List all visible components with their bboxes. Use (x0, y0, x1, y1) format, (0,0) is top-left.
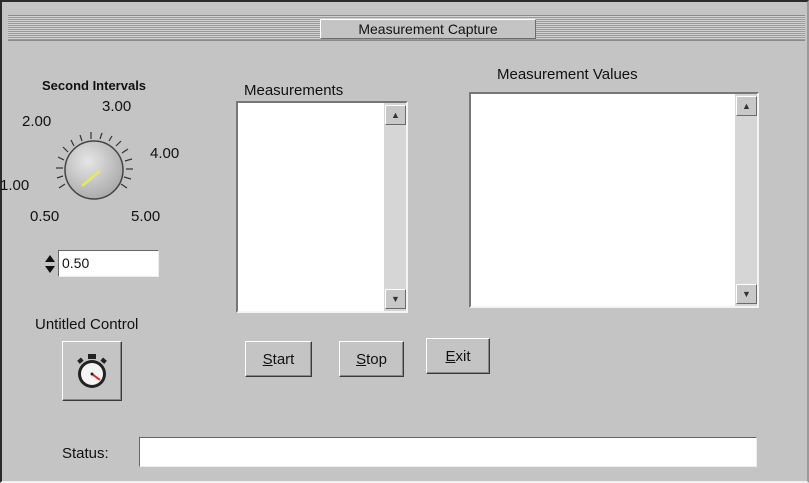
scroll-up-button[interactable]: ▲ (736, 96, 757, 116)
stepper-arrows-icon[interactable] (42, 252, 58, 276)
knob-tick-1: 1.00 (0, 177, 30, 194)
measurement-values-scrollbar[interactable]: ▲ ▼ (735, 94, 757, 306)
scroll-down-button[interactable]: ▼ (736, 284, 757, 304)
measurements-label: Measurements (244, 82, 344, 99)
untitled-control-label: Untitled Control (35, 316, 139, 333)
interval-knob[interactable] (50, 122, 160, 210)
stop-button[interactable]: Stop (339, 341, 404, 377)
scroll-up-button[interactable]: ▲ (385, 105, 406, 125)
scroll-down-button[interactable]: ▼ (385, 289, 406, 309)
stop-label: top (366, 350, 387, 368)
timer-button[interactable] (62, 341, 122, 401)
exit-button[interactable]: Exit (426, 338, 490, 374)
arrow-down-icon: ▼ (391, 294, 400, 304)
stopwatch-icon (77, 354, 107, 388)
exit-mnemonic: E (445, 347, 456, 365)
arrow-up-icon: ▲ (742, 101, 751, 111)
title-bar: Measurement Capture (8, 15, 805, 41)
knob-tick-5: 5.00 (131, 208, 161, 225)
knob-tick-3: 3.00 (102, 98, 132, 115)
start-mnemonic: S (262, 350, 273, 368)
measurement-values-label: Measurement Values (497, 66, 638, 83)
knob-tick-2: 2.00 (22, 113, 52, 130)
measurements-scrollbar[interactable]: ▲ ▼ (384, 103, 406, 311)
start-label: tart (272, 350, 295, 368)
measurements-list[interactable]: ▲ ▼ (236, 101, 408, 313)
measurement-values-list[interactable]: ▲ ▼ (469, 92, 759, 308)
knob-tick-0: 0.50 (30, 208, 60, 225)
status-field (139, 437, 757, 467)
interval-value-field[interactable]: 0.50 (58, 250, 159, 277)
status-label: Status: (62, 445, 109, 462)
window-title: Measurement Capture (320, 19, 536, 39)
numeric-stepper[interactable] (42, 252, 58, 276)
arrow-up-icon: ▲ (391, 110, 400, 120)
arrow-down-icon: ▼ (742, 289, 751, 299)
stop-mnemonic: S (356, 350, 367, 368)
exit-label: xit (455, 347, 471, 365)
knob-label: Second Intervals (42, 78, 147, 93)
start-button[interactable]: Start (245, 341, 312, 377)
